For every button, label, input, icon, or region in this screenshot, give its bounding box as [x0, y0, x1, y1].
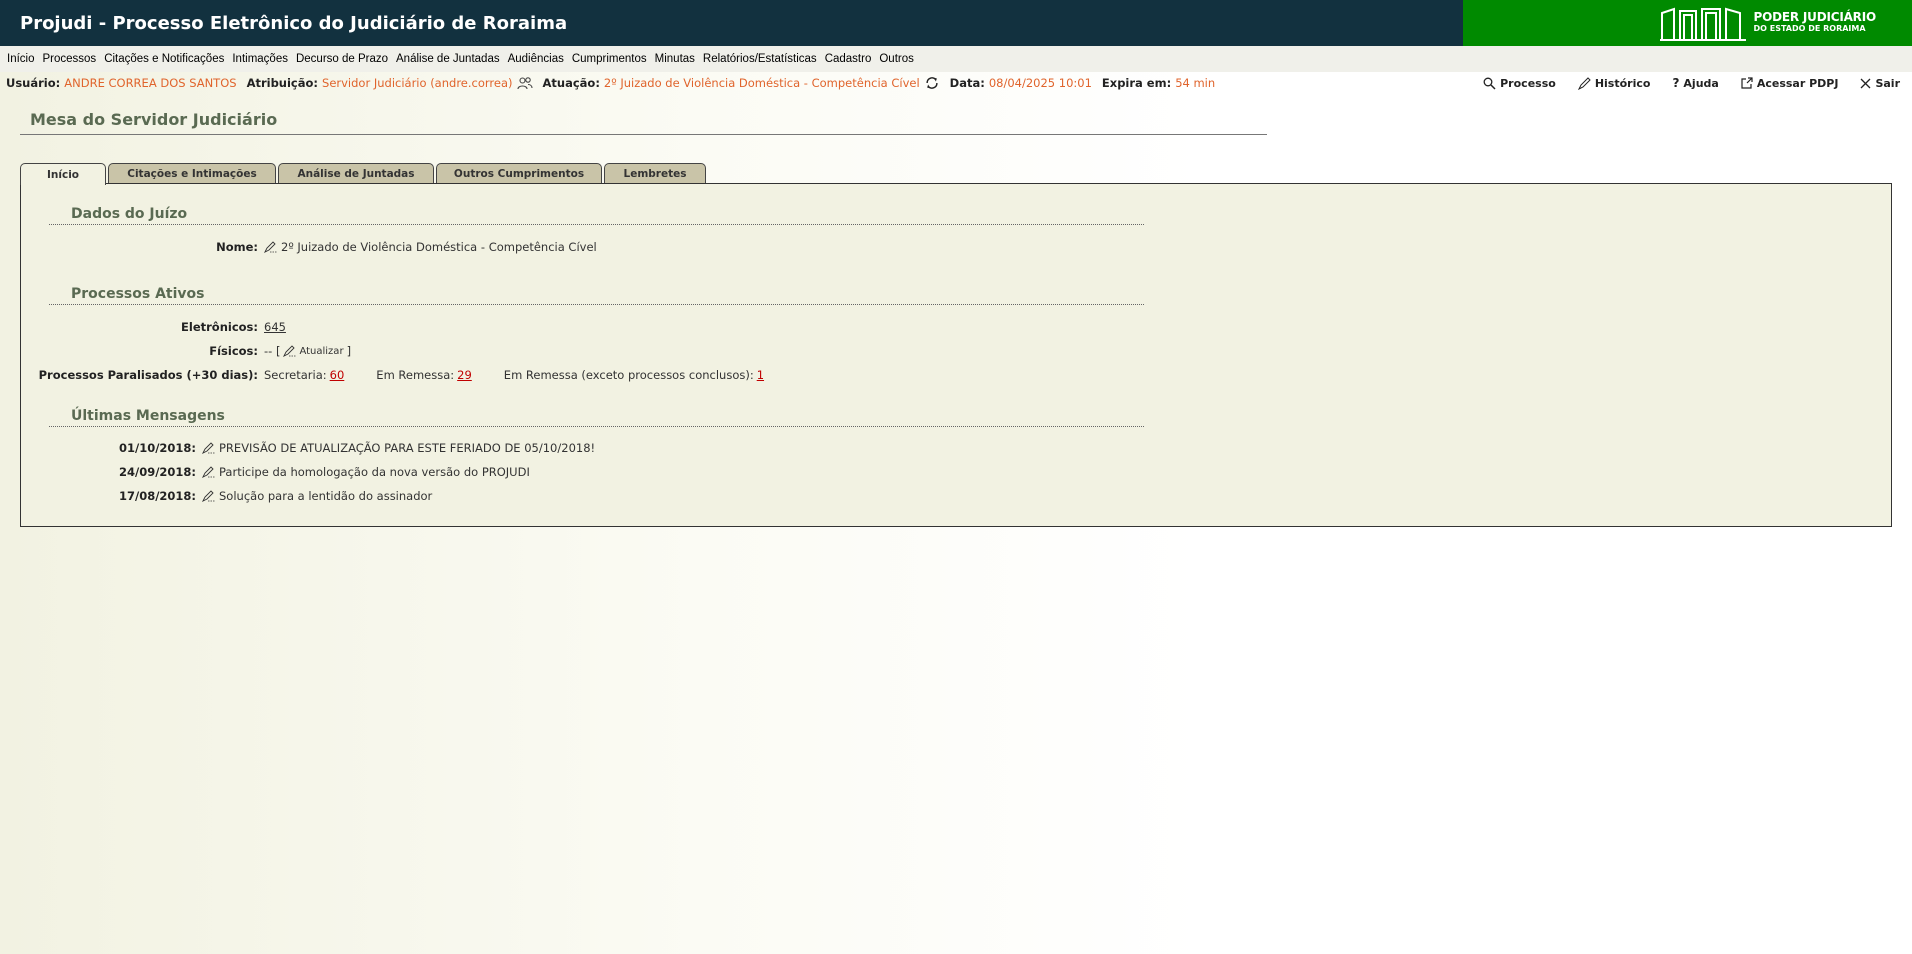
- tab-outros-cumprimentos[interactable]: Outros Cumprimentos: [436, 163, 602, 184]
- ajuda-link-label: Ajuda: [1683, 76, 1719, 90]
- historico-link-label: Histórico: [1594, 76, 1651, 90]
- close-icon: [1860, 78, 1871, 88]
- data-value: 08/04/2025 10:01: [988, 76, 1092, 90]
- atribuicao-label: Atribuição:: [246, 76, 319, 90]
- menu-minutas[interactable]: Minutas: [651, 53, 699, 65]
- courthouse-logo-icon: [1659, 7, 1746, 41]
- tab-bar: Início Citações e Intimações Análise de …: [20, 163, 706, 185]
- menu-audiencias[interactable]: Audiências: [504, 53, 568, 65]
- section-ultimas-mensagens: Últimas Mensagens: [49, 408, 1144, 427]
- expira-label: Expira em:: [1101, 76, 1172, 90]
- menu-intimacoes[interactable]: Intimações: [228, 53, 292, 65]
- tab-analise-juntadas[interactable]: Análise de Juntadas: [278, 163, 434, 184]
- atuacao-label: Atuação:: [542, 76, 600, 90]
- message-date: 24/09/2018:: [118, 465, 196, 479]
- fisicos-suffix: ]: [346, 344, 352, 358]
- tab-inicio[interactable]: Início: [20, 163, 106, 185]
- message-link[interactable]: Participe da homologação da nova versão …: [202, 465, 530, 479]
- main-menu: Início Processos Citações e Notificações…: [0, 46, 1912, 72]
- expira-value: 54 min: [1175, 76, 1216, 90]
- top-right-links: Processo Histórico ? Ajuda Acessar PDPJ …: [1483, 72, 1900, 94]
- message-item: 17/08/2018: Solução para a lentidão do a…: [21, 488, 432, 504]
- remessa-exc-label: Em Remessa (exceto processos conclusos):: [503, 368, 754, 382]
- edit-pen-icon: [283, 345, 297, 357]
- edit-pen-icon[interactable]: [264, 241, 278, 253]
- menu-processos[interactable]: Processos: [39, 53, 101, 65]
- message-link[interactable]: PREVISÃO DE ATUALIZAÇÃO PARA ESTE FERIAD…: [202, 441, 595, 455]
- tab-lembretes[interactable]: Lembretes: [604, 163, 706, 184]
- eletronicos-label: Eletrônicos:: [181, 320, 258, 334]
- section-dados-juizo: Dados do Juízo: [49, 206, 1144, 225]
- menu-cadastro[interactable]: Cadastro: [821, 53, 876, 65]
- eletronicos-count-link[interactable]: 645: [264, 320, 286, 334]
- sair-link[interactable]: Sair: [1860, 77, 1900, 90]
- external-link-icon: [1741, 77, 1753, 89]
- fisicos-prefix: -- [: [264, 344, 281, 358]
- acessar-pdpj-link[interactable]: Acessar PDPJ: [1741, 76, 1839, 90]
- row-fisicos: Físicos: -- [ Atualizar ]: [21, 343, 351, 359]
- brand-logo: PODER JUDICIÁRIO DO ESTADO DE RORAIMA: [1463, 0, 1912, 46]
- usuario-value: ANDRE CORREA DOS SANTOS: [64, 76, 237, 90]
- switch-user-icon[interactable]: [516, 75, 533, 91]
- brand-line1: PODER JUDICIÁRIO: [1753, 10, 1877, 24]
- tab-citacoes-intimacoes[interactable]: Citações e Intimações: [108, 163, 276, 184]
- menu-citacoes-notificacoes[interactable]: Citações e Notificações: [100, 53, 228, 65]
- fisicos-label: Físicos:: [209, 344, 258, 358]
- message-text: Participe da homologação da nova versão …: [219, 465, 530, 479]
- edit-pen-icon: [202, 466, 215, 478]
- section-processos-ativos: Processos Ativos: [49, 286, 1144, 305]
- row-nome: Nome: 2º Juizado de Violência Doméstica …: [21, 239, 597, 255]
- menu-analise-juntadas[interactable]: Análise de Juntadas: [392, 53, 504, 65]
- remessa-exc-count-link[interactable]: 1: [757, 368, 764, 382]
- secretaria-label: Secretaria:: [264, 368, 327, 382]
- secretaria-count-link[interactable]: 60: [330, 368, 345, 382]
- nome-value: 2º Juizado de Violência Doméstica - Comp…: [281, 240, 597, 254]
- processo-search-link[interactable]: Processo: [1483, 77, 1556, 90]
- atuacao-value: 2º Juizado de Violência Doméstica - Comp…: [603, 76, 920, 90]
- menu-decurso-prazo[interactable]: Decurso de Prazo: [292, 53, 392, 65]
- row-paralisados: Processos Paralisados (+30 dias): Secret…: [21, 367, 764, 383]
- atualizar-label: Atualizar: [299, 345, 344, 357]
- message-date: 01/10/2018:: [118, 441, 196, 455]
- message-date: 17/08/2018:: [118, 489, 196, 503]
- brand-line2: DO ESTADO DE RORAIMA: [1753, 24, 1866, 33]
- nome-label: Nome:: [216, 240, 258, 254]
- paralisados-label: Processos Paralisados (+30 dias):: [38, 368, 258, 382]
- sair-link-label: Sair: [1875, 76, 1900, 90]
- row-eletronicos: Eletrônicos: 645: [21, 319, 286, 335]
- help-icon: ?: [1672, 76, 1680, 90]
- remessa-count-link[interactable]: 29: [457, 368, 472, 382]
- message-text: Solução para a lentidão do assinador: [219, 489, 433, 503]
- menu-outros[interactable]: Outros: [875, 53, 918, 65]
- processo-link-label: Processo: [1500, 76, 1556, 90]
- menu-cumprimentos[interactable]: Cumprimentos: [568, 53, 651, 65]
- historico-link[interactable]: Histórico: [1577, 76, 1651, 90]
- menu-relatorios[interactable]: Relatórios/Estatísticas: [699, 53, 821, 65]
- remessa-label: Em Remessa:: [376, 368, 455, 382]
- ajuda-link[interactable]: ? Ajuda: [1672, 76, 1718, 90]
- edit-pen-icon: [202, 490, 215, 502]
- tab-panel-inicio: Dados do Juízo Nome: 2º Juizado de Violê…: [20, 183, 1892, 527]
- message-text: PREVISÃO DE ATUALIZAÇÃO PARA ESTE FERIAD…: [219, 441, 596, 455]
- search-icon: [1483, 77, 1496, 90]
- atualizar-fisicos-button[interactable]: Atualizar: [283, 345, 344, 357]
- message-item: 24/09/2018: Participe da homologação da …: [21, 464, 530, 480]
- message-link[interactable]: Solução para a lentidão do assinador: [202, 489, 432, 503]
- top-header: Projudi - Processo Eletrônico do Judiciá…: [0, 0, 1912, 46]
- pen-icon: [1577, 76, 1591, 90]
- session-info-bar: Usuário: ANDRE CORREA DOS SANTOS Atribui…: [0, 72, 1912, 94]
- app-title: Projudi - Processo Eletrônico do Judiciá…: [0, 0, 1463, 46]
- refresh-icon[interactable]: [924, 75, 940, 91]
- edit-pen-icon: [202, 442, 215, 454]
- menu-inicio[interactable]: Início: [3, 53, 39, 65]
- data-label: Data:: [949, 76, 985, 90]
- brand-text: PODER JUDICIÁRIO DO ESTADO DE RORAIMA: [1753, 10, 1877, 34]
- usuario-label: Usuário:: [6, 76, 61, 90]
- atribuicao-value: Servidor Judiciário (andre.correa): [322, 76, 513, 90]
- message-item: 01/10/2018: PREVISÃO DE ATUALIZAÇÃO PARA…: [21, 440, 595, 456]
- page-title: Mesa do Servidor Judiciário: [20, 110, 1267, 135]
- pdpj-link-label: Acessar PDPJ: [1756, 76, 1839, 90]
